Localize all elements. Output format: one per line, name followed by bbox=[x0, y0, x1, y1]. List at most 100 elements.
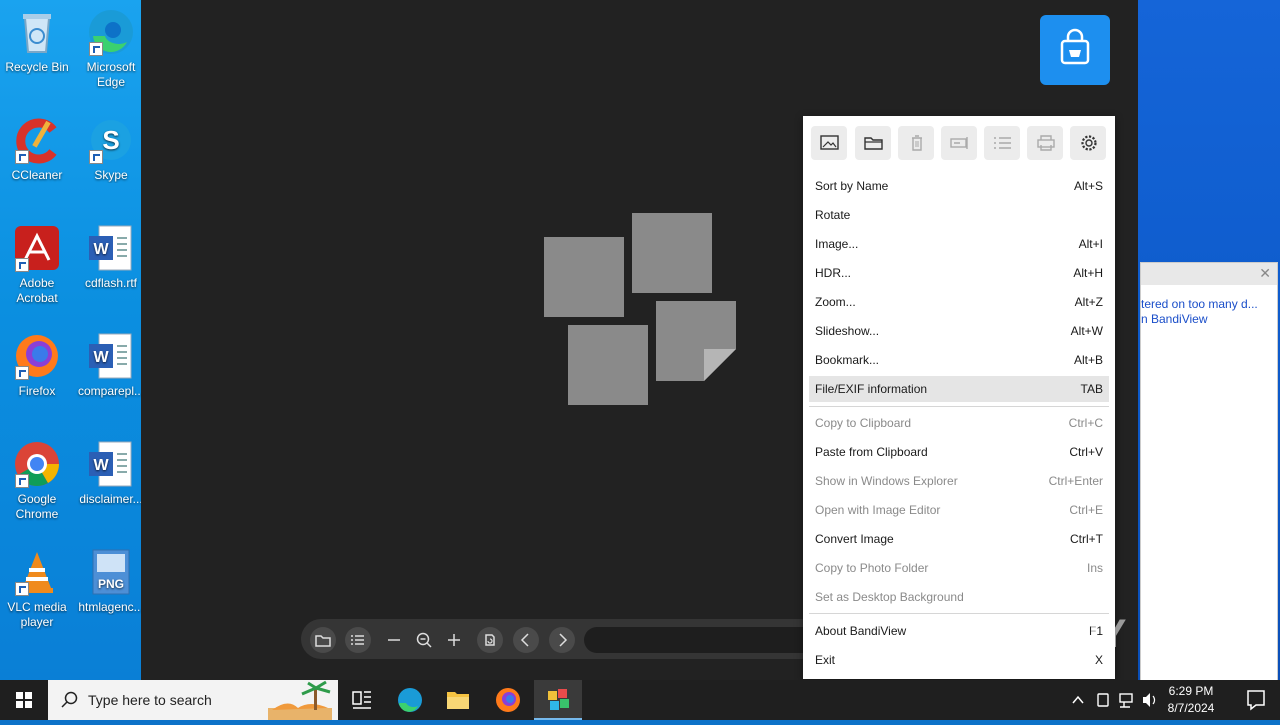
plus-icon bbox=[448, 634, 460, 646]
menu-separator bbox=[809, 406, 1109, 407]
viewer-toolbar bbox=[301, 619, 824, 659]
desktop-icon-disclaimer[interactable]: W disclaimer... bbox=[74, 440, 148, 507]
settings-tool-button[interactable] bbox=[1070, 126, 1106, 160]
desktop-icon-label: Recycle Bin bbox=[5, 60, 69, 74]
open-folder-button[interactable] bbox=[310, 627, 336, 653]
svg-text:W: W bbox=[93, 457, 109, 474]
task-view-icon bbox=[352, 691, 371, 709]
svg-text:W: W bbox=[93, 241, 109, 258]
start-button[interactable] bbox=[0, 680, 48, 720]
firefox-icon bbox=[13, 332, 61, 380]
bandiview-logo-folded-square bbox=[656, 301, 736, 381]
desktop-icon-label: comparepl... bbox=[77, 384, 145, 398]
menu-item-copy-to-photo-folder[interactable]: Copy to Photo Folder Ins bbox=[809, 555, 1109, 581]
menu-item-sort-by-name[interactable]: Sort by Name Alt+S bbox=[809, 173, 1109, 199]
print-tool-button[interactable] bbox=[1027, 126, 1063, 160]
desktop-icon-skype[interactable]: S Skype bbox=[74, 116, 148, 183]
image-icon bbox=[820, 135, 839, 150]
png-file-icon: PNG bbox=[87, 548, 135, 596]
search-highlight-beach-icon bbox=[268, 680, 332, 720]
desktop-icon-recycle-bin[interactable]: Recycle Bin bbox=[0, 8, 74, 75]
desktop-icon-ccleaner[interactable]: CCleaner bbox=[0, 116, 74, 183]
desktop-icon-label: Google Chrome bbox=[15, 492, 59, 521]
open-folder-tool-button[interactable] bbox=[855, 126, 891, 160]
recycle-bin-icon bbox=[13, 8, 61, 56]
desktop-icon-label: htmlagenc... bbox=[78, 600, 144, 614]
edge-icon bbox=[87, 8, 135, 56]
popup-line: n BandiView bbox=[1141, 312, 1208, 326]
context-menu: Sort by Name Alt+S Rotate Image... Alt+I H… bbox=[803, 116, 1115, 679]
menu-item-show-in-windows-explorer[interactable]: Show in Windows Explorer Ctrl+Enter bbox=[809, 468, 1109, 494]
skype-icon: S bbox=[87, 116, 135, 164]
desktop-icon-firefox[interactable]: Firefox bbox=[0, 332, 74, 399]
task-view-button[interactable] bbox=[338, 680, 386, 720]
previous-button[interactable] bbox=[513, 627, 539, 653]
system-tray bbox=[1068, 680, 1158, 720]
next-button[interactable] bbox=[549, 627, 575, 653]
zoom-out-button[interactable] bbox=[381, 627, 407, 653]
taskbar-edge[interactable] bbox=[386, 680, 434, 720]
desktop-icon-edge[interactable]: Microsoft Edge bbox=[74, 8, 148, 90]
taskbar-bandiview[interactable] bbox=[534, 680, 582, 720]
menu-item-file-exif-information[interactable]: File/EXIF information TAB bbox=[809, 376, 1109, 402]
shortcut-arrow-icon bbox=[15, 582, 29, 596]
zoom-fit-button[interactable] bbox=[411, 627, 437, 653]
menu-item-copy-to-clipboard[interactable]: Copy to Clipboard Ctrl+C bbox=[809, 410, 1109, 436]
rotate-button[interactable] bbox=[477, 627, 503, 653]
desktop-icon-cdflash[interactable]: W cdflash.rtf bbox=[74, 224, 148, 291]
folder-icon bbox=[447, 692, 469, 709]
menu-item-zoom[interactable]: Zoom... Alt+Z bbox=[809, 289, 1109, 315]
taskbar-file-explorer[interactable] bbox=[434, 680, 482, 720]
menu-item-set-as-desktop-background[interactable]: Set as Desktop Background bbox=[809, 584, 1109, 610]
menu-item-slideshow[interactable]: Slideshow... Alt+W bbox=[809, 318, 1109, 344]
ccleaner-icon bbox=[13, 116, 61, 164]
desktop-icon-label: CCleaner bbox=[11, 168, 63, 182]
list-tool-button[interactable] bbox=[984, 126, 1020, 160]
svg-text:PNG: PNG bbox=[98, 577, 124, 591]
delete-tool-button[interactable] bbox=[898, 126, 934, 160]
menu-item-hdr[interactable]: HDR... Alt+H bbox=[809, 260, 1109, 286]
store-button[interactable] bbox=[1040, 15, 1110, 85]
popup-message[interactable]: tered on too many d... n BandiView bbox=[1141, 285, 1277, 327]
menu-item-convert-image[interactable]: Convert Image Ctrl+T bbox=[809, 526, 1109, 552]
notification-icon bbox=[1247, 690, 1265, 711]
bandiview-logo-square bbox=[632, 213, 712, 293]
firefox-icon bbox=[496, 688, 520, 712]
taskbar: Type here to search 6:29 PM 8/7/2024 bbox=[0, 680, 1280, 720]
menu-item-image[interactable]: Image... Alt+I bbox=[809, 231, 1109, 257]
list-button[interactable] bbox=[345, 627, 371, 653]
menu-item-rotate[interactable]: Rotate bbox=[809, 202, 1109, 228]
open-image-tool-button[interactable] bbox=[811, 126, 847, 160]
vlc-icon bbox=[13, 548, 61, 596]
image-position-slider[interactable] bbox=[584, 627, 824, 653]
menu-item-bookmark[interactable]: Bookmark... Alt+B bbox=[809, 347, 1109, 373]
taskbar-firefox[interactable] bbox=[484, 680, 532, 720]
action-center-button[interactable] bbox=[1232, 680, 1280, 720]
desktop-icon-google-chrome[interactable]: Google Chrome bbox=[0, 440, 74, 522]
printer-icon bbox=[1037, 135, 1055, 151]
desktop-icon-label: cdflash.rtf bbox=[84, 276, 138, 290]
shopping-basket-icon bbox=[1060, 28, 1090, 65]
desktop-icon-adobe-acrobat[interactable]: Adobe Acrobat bbox=[0, 224, 74, 306]
zoom-in-button[interactable] bbox=[441, 627, 467, 653]
rotate-icon bbox=[485, 634, 495, 646]
close-icon[interactable]: ✕ bbox=[1259, 265, 1271, 282]
shortcut-arrow-icon bbox=[15, 474, 29, 488]
chevron-left-icon bbox=[520, 633, 529, 647]
folder-icon bbox=[864, 137, 883, 150]
taskbar-clock[interactable]: 6:29 PM 8/7/2024 bbox=[1160, 683, 1222, 717]
desktop-icon-vlc[interactable]: VLC media player bbox=[0, 548, 74, 630]
bandiview-logo-square bbox=[568, 325, 648, 405]
taskbar-search-box[interactable]: Type here to search bbox=[48, 680, 338, 720]
rename-tool-button[interactable] bbox=[941, 126, 977, 160]
acrobat-icon bbox=[13, 224, 61, 272]
desktop-icon-htmlagenc[interactable]: PNG htmlagenc... bbox=[74, 548, 148, 615]
anyrun-watermark: ANY RUN bbox=[1040, 612, 1229, 656]
shortcut-arrow-icon bbox=[15, 150, 29, 164]
rename-icon bbox=[950, 137, 968, 149]
menu-item-open-with-image-editor[interactable]: Open with Image Editor Ctrl+E bbox=[809, 497, 1109, 523]
desktop-icon-comparepl[interactable]: W comparepl... bbox=[74, 332, 148, 399]
magnifier-icon bbox=[416, 632, 432, 648]
word-document-icon: W bbox=[87, 332, 135, 380]
menu-item-paste-from-clipboard[interactable]: Paste from Clipboard Ctrl+V bbox=[809, 439, 1109, 465]
